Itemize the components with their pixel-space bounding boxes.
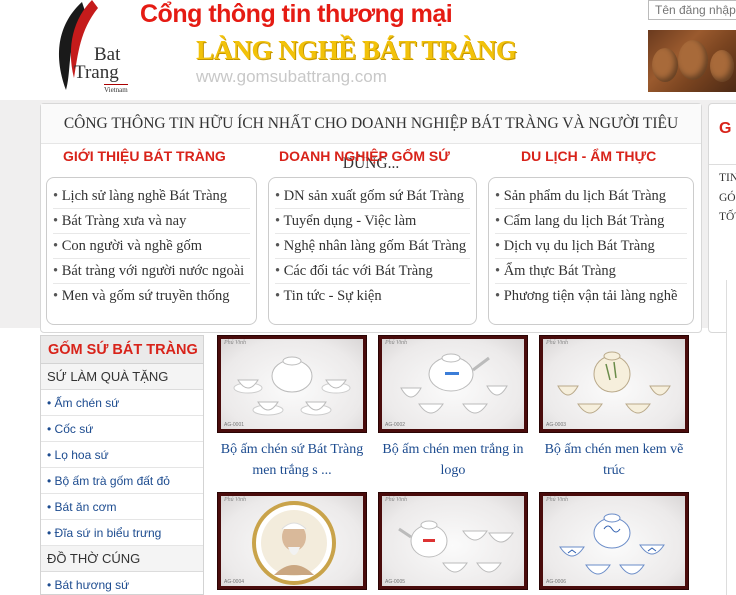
image-watermark: Phú Vinh (546, 340, 569, 346)
image-watermark: Phú Vinh (546, 497, 569, 503)
product-title-link[interactable]: Bộ ấm chén men kem vẽ trúc (539, 439, 689, 481)
product-card: Phú Vinh AG-0004 (217, 492, 367, 590)
sidebar-category-worship[interactable]: ĐỒ THỜ CÚNG (41, 546, 203, 572)
list-item[interactable]: Tuyển dụng - Việc làm (275, 209, 470, 234)
product-code: AG-0002 (385, 422, 406, 428)
header-title-portal: Cổng thông tin thương mại (140, 0, 453, 28)
sidebar-item[interactable]: Bát ăn cơm (41, 494, 203, 520)
list-item[interactable]: DN sản xuất gốm sứ Bát Tràng (275, 184, 470, 209)
list-item[interactable]: Tin tức - Sự kiện (275, 284, 470, 309)
sidebar-item[interactable]: Đĩa sứ in biểu trưng (41, 520, 203, 546)
list-item[interactable]: Cẩm lang du lịch Bát Tràng (495, 209, 687, 234)
sidebar-category-gifts[interactable]: SỨ LÀM QUÀ TẶNG (41, 364, 203, 390)
right-panel-heading[interactable]: G (719, 120, 731, 138)
product-image[interactable]: Phú Vinh AG-0001 (217, 335, 367, 433)
logo-text-trang: Trang (74, 62, 119, 83)
product-code: AG-0006 (546, 579, 567, 585)
column-heading-business[interactable]: DOANH NGHIỆP GỐM SỨ (279, 148, 450, 164)
header-url: www.gomsubattrang.com (196, 67, 387, 86)
product-card: Phú Vinh AG-0001 Bộ ấm chén sứ Bát Tràng… (217, 335, 367, 481)
product-title-link[interactable]: Bộ ấm chén sứ Bát Tràng men trắng s ... (217, 439, 367, 481)
intro-link-list: Lịch sử làng nghề Bát Tràng Bát Tràng xư… (46, 177, 257, 325)
list-item[interactable]: Men và gốm sứ truyền thống (53, 284, 250, 309)
product-image[interactable]: Phú Vinh AG-0004 (217, 492, 367, 590)
image-watermark: Phú Vinh (385, 340, 408, 346)
list-item[interactable]: Các đối tác với Bát Tràng (275, 259, 470, 284)
sidebar-item[interactable]: Ấm chén sứ (41, 390, 203, 416)
tea-set-illustration (400, 353, 508, 414)
logo-text-vietnam: Vietnam (104, 84, 128, 94)
image-watermark: Phú Vinh (224, 497, 247, 503)
right-panel-line[interactable]: GÓ (719, 192, 736, 204)
bat-trang-logo[interactable]: Bat Trang Vietnam (52, 0, 142, 98)
product-image[interactable]: Phú Vinh AG-0003 (539, 335, 689, 433)
product-card: Phú Vinh AG-0003 Bộ ấm chén men kem vẽ t… (539, 335, 689, 481)
list-item[interactable]: Nghệ nhân làng gốm Bát Tràng (275, 234, 470, 259)
column-heading-travel[interactable]: DU LỊCH - ẨM THỰC (521, 148, 656, 164)
list-item[interactable]: Sản phẩm du lịch Bát Tràng (495, 184, 687, 209)
travel-link-list: Sản phẩm du lịch Bát Tràng Cẩm lang du l… (488, 177, 694, 325)
product-code: AG-0003 (546, 422, 567, 428)
business-link-list: DN sản xuất gốm sứ Bát Tràng Tuyển dụng … (268, 177, 477, 325)
product-code: AG-0004 (224, 579, 245, 585)
image-watermark: Phú Vinh (224, 340, 247, 346)
right-lower-panel (726, 280, 736, 595)
list-item[interactable]: Con người và nghề gốm (53, 234, 250, 259)
product-image[interactable]: Phú Vinh AG-0002 (378, 335, 528, 433)
category-sidebar: GỐM SỨ BÁT TRÀNG SỨ LÀM QUÀ TẶNG Ấm chén… (40, 335, 204, 595)
right-panel-line[interactable]: TIN (719, 172, 736, 184)
list-item[interactable]: Dịch vụ du lịch Bát Tràng (495, 234, 687, 259)
tea-set-illustration (557, 351, 671, 414)
list-item[interactable]: Bát Tràng xưa và nay (53, 209, 250, 234)
username-input[interactable] (648, 0, 736, 20)
right-panel-line[interactable]: TỐT (719, 211, 736, 223)
column-heading-intro[interactable]: GIỚI THIỆU BÁT TRÀNG (63, 148, 226, 164)
list-item[interactable]: Phương tiện vận tải làng nghề (495, 284, 687, 309)
product-image[interactable]: Phú Vinh AG-0005 (378, 492, 528, 590)
sidebar-item[interactable]: Bát hương sứ (41, 572, 203, 595)
header-title-village: LÀNG NGHỀ BÁT TRÀNG (196, 35, 517, 65)
pottery-photo (648, 30, 736, 92)
portrait-plate-illustration (252, 501, 336, 585)
product-card: Phú Vinh AG-0002 Bộ ấm chén men trắng in… (378, 335, 528, 481)
sidebar-item[interactable]: Cốc sứ (41, 416, 203, 442)
portal-menu-panel: CÔNG THÔNG TIN HỮU ÍCH NHẤT CHO DOANH NG… (40, 103, 702, 333)
product-image[interactable]: Phú Vinh AG-0006 (539, 492, 689, 590)
tea-set-illustration (559, 513, 665, 575)
list-item[interactable]: Lịch sử làng nghề Bát Tràng (53, 184, 250, 209)
product-card: Phú Vinh AG-0006 (539, 492, 689, 590)
image-watermark: Phú Vinh (385, 497, 408, 503)
sidebar-heading: GỐM SỨ BÁT TRÀNG (41, 336, 203, 364)
product-code: AG-0001 (224, 422, 245, 428)
sidebar-item[interactable]: Lọ hoa sứ (41, 442, 203, 468)
product-title-link[interactable]: Bộ ấm chén men trắng in logo (378, 439, 528, 481)
list-item[interactable]: Bát tràng với người nước ngoài (53, 259, 250, 284)
tea-set-illustration (398, 520, 514, 573)
product-card: Phú Vinh AG-0005 (378, 492, 528, 590)
product-code: AG-0005 (385, 579, 406, 585)
portal-tagline: CÔNG THÔNG TIN HỮU ÍCH NHẤT CHO DOANH NG… (41, 104, 701, 172)
right-panel-divider (709, 164, 736, 165)
site-header: Bat Trang Vietnam Cổng thông tin thương … (0, 0, 736, 100)
list-item[interactable]: Ẩm thực Bát Tràng (495, 259, 687, 284)
sidebar-item[interactable]: Bộ ấm trà gốm đất đỏ (41, 468, 203, 494)
tea-set-illustration (233, 356, 351, 416)
